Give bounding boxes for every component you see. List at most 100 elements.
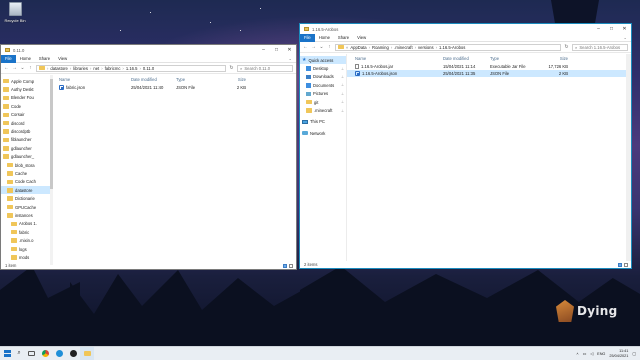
nav-item[interactable]: GPUCache bbox=[1, 203, 50, 211]
breadcrumb-segment[interactable]: 0.11.0 bbox=[143, 66, 154, 71]
nav-item[interactable]: Downloads ⊥ bbox=[300, 73, 346, 81]
file-row[interactable]: 1.16.5-Arobos.json 25/04/2021 11:35 JSON F… bbox=[347, 70, 631, 77]
file-row[interactable]: fabric.json 25/04/2021 11:40 JSON File 2 KB bbox=[51, 84, 296, 91]
search-input[interactable]: ⌕ Search 1.16.5-Arobos bbox=[572, 43, 628, 51]
maximize-button[interactable]: □ bbox=[605, 24, 618, 34]
minimize-button[interactable]: – bbox=[257, 45, 270, 55]
expand-ribbon-icon[interactable]: ⌄ bbox=[619, 34, 631, 42]
nav-item[interactable]: datastore bbox=[1, 186, 50, 195]
column-date-modified[interactable]: Date modified bbox=[131, 77, 176, 82]
nav-item[interactable]: gdlauncher_ bbox=[1, 153, 50, 161]
back-arrow-icon[interactable]: ← bbox=[4, 65, 9, 71]
nav-item[interactable]: Dictionarie bbox=[1, 194, 50, 202]
pin-icon[interactable]: ⊥ bbox=[341, 92, 346, 96]
refresh-icon[interactable]: ↻ bbox=[564, 44, 569, 50]
column-date-modified[interactable]: Date modified bbox=[443, 56, 490, 61]
nav-item[interactable]: Code Cach bbox=[1, 178, 50, 186]
taskbar-app-edge[interactable] bbox=[52, 347, 66, 360]
forward-arrow-icon[interactable]: → bbox=[12, 65, 17, 71]
tab-view[interactable]: View bbox=[353, 34, 370, 42]
column-name[interactable]: Name bbox=[59, 77, 131, 82]
nav-item[interactable]: logs bbox=[1, 245, 50, 253]
breadcrumb-segment[interactable]: 1.16.5 bbox=[126, 66, 138, 71]
taskbar-app-file-explorer[interactable] bbox=[80, 346, 94, 360]
refresh-icon[interactable]: ↻ bbox=[229, 65, 234, 71]
pin-icon[interactable]: ⊥ bbox=[341, 109, 346, 113]
column-size[interactable]: Size bbox=[216, 77, 246, 82]
forward-arrow-icon[interactable]: → bbox=[311, 44, 316, 50]
expand-ribbon-icon[interactable]: ⌄ bbox=[284, 55, 296, 63]
tab-view[interactable]: View bbox=[54, 55, 71, 63]
column-size[interactable]: Size bbox=[538, 56, 568, 61]
nav-item[interactable]: discord bbox=[1, 119, 50, 127]
nav-item[interactable]: Desktop ⊥ bbox=[300, 64, 346, 72]
pin-icon[interactable]: ⊥ bbox=[341, 83, 346, 87]
nav-item[interactable]: .minecraft ⊥ bbox=[300, 106, 346, 114]
file-list[interactable]: Name Date modified Type Size 1.16.5-Arob… bbox=[347, 54, 631, 261]
notifications-icon[interactable]: ▢ bbox=[632, 351, 636, 356]
close-button[interactable]: ✕ bbox=[618, 24, 631, 34]
explorer-window-right[interactable]: 1.16.5-Arobos – □ ✕ File Home Share View… bbox=[299, 23, 632, 269]
start-button[interactable] bbox=[0, 347, 14, 360]
breadcrumb-segment[interactable]: libraries bbox=[73, 66, 88, 71]
tab-share[interactable]: Share bbox=[35, 55, 54, 63]
back-arrow-icon[interactable]: ← bbox=[303, 44, 308, 50]
chevron-down-icon[interactable]: ⌄ bbox=[319, 44, 324, 50]
search-icon[interactable]: ⌕ bbox=[14, 350, 24, 357]
address-bar[interactable]: › datastore › libraries › net › fabricmc… bbox=[36, 64, 226, 72]
tab-share[interactable]: Share bbox=[334, 34, 353, 42]
close-button[interactable]: ✕ bbox=[283, 45, 296, 55]
vertical-scrollbar[interactable] bbox=[626, 54, 631, 261]
language-indicator[interactable]: ENG bbox=[597, 352, 605, 356]
taskbar-app-obs[interactable] bbox=[66, 347, 80, 360]
navigation-pane[interactable]: ★ Quick access Desktop ⊥ Downloads ⊥ Documents… bbox=[300, 54, 347, 261]
title-bar[interactable]: 0.11.0 – □ ✕ bbox=[1, 45, 296, 55]
recycle-bin[interactable]: Recycle Bin bbox=[2, 2, 28, 23]
breadcrumb-segment[interactable]: .minecraft bbox=[394, 45, 412, 50]
nav-item[interactable]: gdlauncher bbox=[1, 144, 50, 152]
chevron-down-icon[interactable]: ⌄ bbox=[20, 65, 25, 71]
breadcrumb-segment[interactable]: fabricmc bbox=[105, 66, 121, 71]
up-arrow-icon[interactable]: ↑ bbox=[28, 65, 33, 71]
title-bar[interactable]: 1.16.5-Arobos – □ ✕ bbox=[300, 24, 631, 34]
nav-item[interactable]: discordptb bbox=[1, 127, 50, 135]
clock[interactable]: 11:41 25/04/2021 bbox=[609, 349, 628, 358]
pin-icon[interactable]: ⊥ bbox=[341, 75, 346, 79]
pin-icon[interactable]: ⊥ bbox=[341, 100, 346, 104]
breadcrumb-segment[interactable]: versions bbox=[418, 45, 434, 50]
address-bar[interactable]: « AppData › Roaming › .minecraft › versi… bbox=[335, 43, 561, 51]
maximize-button[interactable]: □ bbox=[270, 45, 283, 55]
breadcrumb-segment[interactable]: datastore bbox=[50, 66, 67, 71]
nav-item[interactable]: Blender Fou bbox=[1, 94, 50, 102]
nav-item[interactable]: Arobos 1. bbox=[1, 220, 50, 228]
nav-scrollbar[interactable] bbox=[50, 75, 53, 265]
navigation-pane[interactable]: Apple Comp Authy Deskt Blender Fou Code Cors… bbox=[1, 75, 51, 262]
nav-item[interactable]: blob_stora bbox=[1, 161, 50, 169]
tab-file[interactable]: File bbox=[300, 33, 315, 42]
large-icons-view-icon[interactable] bbox=[624, 262, 628, 267]
nav-item[interactable]: git ⊥ bbox=[300, 98, 346, 106]
file-list[interactable]: Name Date modified Type Size fabric.json… bbox=[51, 75, 296, 262]
large-icons-view-icon[interactable] bbox=[289, 263, 293, 268]
nav-item[interactable]: Pictures ⊥ bbox=[300, 90, 346, 98]
nav-item[interactable]: .mixin.o bbox=[1, 236, 50, 244]
tab-home[interactable]: Home bbox=[16, 55, 35, 63]
nav-item[interactable]: Cache bbox=[1, 169, 50, 177]
nav-item[interactable]: Code bbox=[1, 102, 50, 110]
chevron-up-icon[interactable]: ˄ bbox=[576, 352, 578, 356]
minimize-button[interactable]: – bbox=[592, 24, 605, 34]
network-icon[interactable]: ▭ bbox=[583, 351, 587, 356]
nav-item[interactable]: This PC bbox=[300, 118, 346, 126]
column-name[interactable]: Name bbox=[355, 56, 443, 61]
breadcrumb-segment[interactable]: Roaming bbox=[372, 45, 389, 50]
column-type[interactable]: Type bbox=[176, 77, 216, 82]
explorer-window-left[interactable]: 0.11.0 – □ ✕ File Home Share View ⌄ ← → … bbox=[0, 44, 297, 270]
nav-item[interactable]: Apple Comp bbox=[1, 77, 50, 85]
breadcrumb-segment[interactable]: AppData bbox=[350, 45, 366, 50]
tab-home[interactable]: Home bbox=[315, 34, 334, 42]
breadcrumb-segment[interactable]: 1.16.5-Arobos bbox=[439, 45, 465, 50]
up-arrow-icon[interactable]: ↑ bbox=[327, 44, 332, 50]
breadcrumb-segment[interactable]: net bbox=[93, 66, 99, 71]
file-row[interactable]: 1.16.5-Arobos.jar 15/04/2021 11:14 Executa… bbox=[347, 63, 631, 70]
details-view-icon[interactable] bbox=[283, 263, 287, 268]
